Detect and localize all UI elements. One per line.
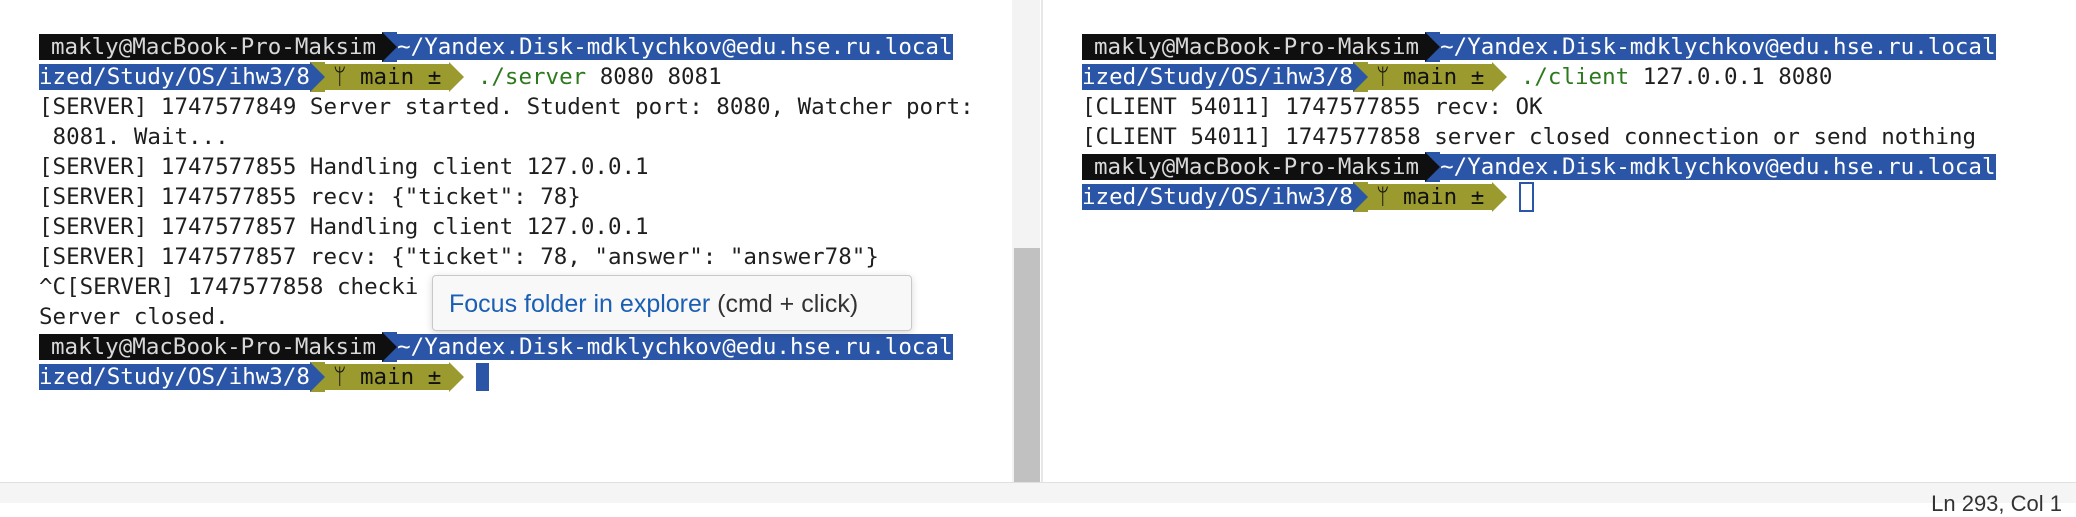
prompt-separator-icon <box>1492 182 1508 212</box>
output-line: [SERVER] 1747577855 recv: {"ticket": 78} <box>39 184 581 210</box>
command-args: 8080 8081 <box>599 64 722 90</box>
prompt-path-continued[interactable]: ized/Study/OS/ihw3/8 <box>39 64 310 90</box>
prompt-path[interactable]: ~/Yandex.Disk-mdklychkov@edu.hse.ru.loca… <box>397 334 953 360</box>
terminal-pane-left[interactable]: makly@MacBook-Pro-Maksim ~/Yandex.Disk-md… <box>0 0 1012 482</box>
prompt-separator-icon <box>449 62 465 92</box>
prompt-branch: main ± <box>359 64 442 90</box>
status-bar: Ln 293, Col 1 <box>0 482 2076 516</box>
git-branch-icon: ᛘ <box>1375 64 1403 90</box>
output-line: [SERVER] 1747577849 Server started. Stud… <box>39 94 974 120</box>
terminal-lines: makly@MacBook-Pro-Maksim ~/Yandex.Disk-md… <box>39 32 974 392</box>
terminal-cursor <box>476 363 490 391</box>
output-line: [SERVER] 1747577857 Handling client 127.… <box>39 214 649 240</box>
prompt-separator-icon <box>382 32 398 62</box>
prompt-line: makly@MacBook-Pro-Maksim ~/Yandex.Disk-md… <box>1082 32 1996 62</box>
prompt-git: ᛘ main ± <box>1367 64 1493 90</box>
prompt-line: makly@MacBook-Pro-Maksim ~/Yandex.Disk-md… <box>39 32 974 62</box>
command-args: 127.0.0.1 8080 <box>1642 64 1833 90</box>
cursor-position[interactable]: Ln 293, Col 1 <box>1931 491 2062 517</box>
prompt-separator-icon <box>382 332 398 362</box>
prompt-path-continued[interactable]: ized/Study/OS/ihw3/8 <box>39 364 310 390</box>
prompt-separator-icon <box>1352 182 1368 212</box>
output-line: 8081. Wait... <box>39 124 229 150</box>
command-name: ./client <box>1520 64 1630 90</box>
scrollbar-thumb[interactable] <box>1014 248 1040 482</box>
terminal-cursor <box>1519 182 1535 212</box>
prompt-path[interactable]: ~/Yandex.Disk-mdklychkov@edu.hse.ru.loca… <box>1440 154 1996 180</box>
output-line: [CLIENT 54011] 1747577855 recv: OK <box>1082 94 1543 120</box>
terminal-lines: makly@MacBook-Pro-Maksim ~/Yandex.Disk-md… <box>1082 32 1996 212</box>
prompt-separator-icon <box>309 62 325 92</box>
prompt-line-continued: ized/Study/OS/ihw3/8 ᛘ main ± <box>1082 182 1996 212</box>
prompt-line-continued: ized/Study/OS/ihw3/8 ᛘ main ± ./server 80… <box>39 62 974 92</box>
prompt-user: makly@MacBook-Pro-Maksim <box>39 34 383 60</box>
focus-folder-link[interactable]: Focus folder in explorer <box>449 290 710 318</box>
prompt-user: makly@MacBook-Pro-Maksim <box>39 334 383 360</box>
prompt-separator-icon <box>1425 32 1441 62</box>
prompt-path-continued[interactable]: ized/Study/OS/ihw3/8 <box>1082 184 1353 210</box>
git-branch-icon: ᛘ <box>332 364 360 390</box>
prompt-user: makly@MacBook-Pro-Maksim <box>1082 34 1426 60</box>
prompt-branch: main ± <box>1402 184 1485 210</box>
terminal-area: makly@MacBook-Pro-Maksim ~/Yandex.Disk-md… <box>0 0 2076 482</box>
prompt-line-continued: ized/Study/OS/ihw3/8 ᛘ main ± ./client 12… <box>1082 62 1996 92</box>
prompt-line: makly@MacBook-Pro-Maksim ~/Yandex.Disk-md… <box>39 332 974 362</box>
git-branch-icon: ᛘ <box>332 64 360 90</box>
prompt-line: makly@MacBook-Pro-Maksim ~/Yandex.Disk-md… <box>1082 152 1996 182</box>
prompt-git: ᛘ main ± <box>324 364 450 390</box>
prompt-path[interactable]: ~/Yandex.Disk-mdklychkov@edu.hse.ru.loca… <box>1440 34 1996 60</box>
prompt-line-continued: ized/Study/OS/ihw3/8 ᛘ main ± <box>39 362 974 392</box>
prompt-git: ᛘ main ± <box>1367 184 1493 210</box>
terminal-pane-right[interactable]: makly@MacBook-Pro-Maksim ~/Yandex.Disk-md… <box>1043 0 2076 482</box>
prompt-separator-icon <box>309 362 325 392</box>
prompt-branch: main ± <box>1402 64 1485 90</box>
output-line: [CLIENT 54011] 1747577858 server closed … <box>1082 124 1977 150</box>
prompt-separator-icon <box>449 362 465 392</box>
git-branch-icon: ᛘ <box>1375 184 1403 210</box>
prompt-path-continued[interactable]: ized/Study/OS/ihw3/8 <box>1082 64 1353 90</box>
link-hover-tooltip: Focus folder in explorer (cmd + click) <box>432 275 912 331</box>
output-line: [SERVER] 1747577857 recv: {"ticket": 78,… <box>39 244 879 270</box>
prompt-user: makly@MacBook-Pro-Maksim <box>1082 154 1426 180</box>
prompt-branch: main ± <box>359 364 442 390</box>
prompt-git: ᛘ main ± <box>324 64 450 90</box>
prompt-separator-icon <box>1425 152 1441 182</box>
prompt-separator-icon <box>1492 62 1508 92</box>
prompt-separator-icon <box>1352 62 1368 92</box>
command-name: ./server <box>477 64 587 90</box>
output-line: [SERVER] 1747577855 Handling client 127.… <box>39 154 649 180</box>
tooltip-hint: (cmd + click) <box>710 290 859 318</box>
prompt-path[interactable]: ~/Yandex.Disk-mdklychkov@edu.hse.ru.loca… <box>397 34 953 60</box>
